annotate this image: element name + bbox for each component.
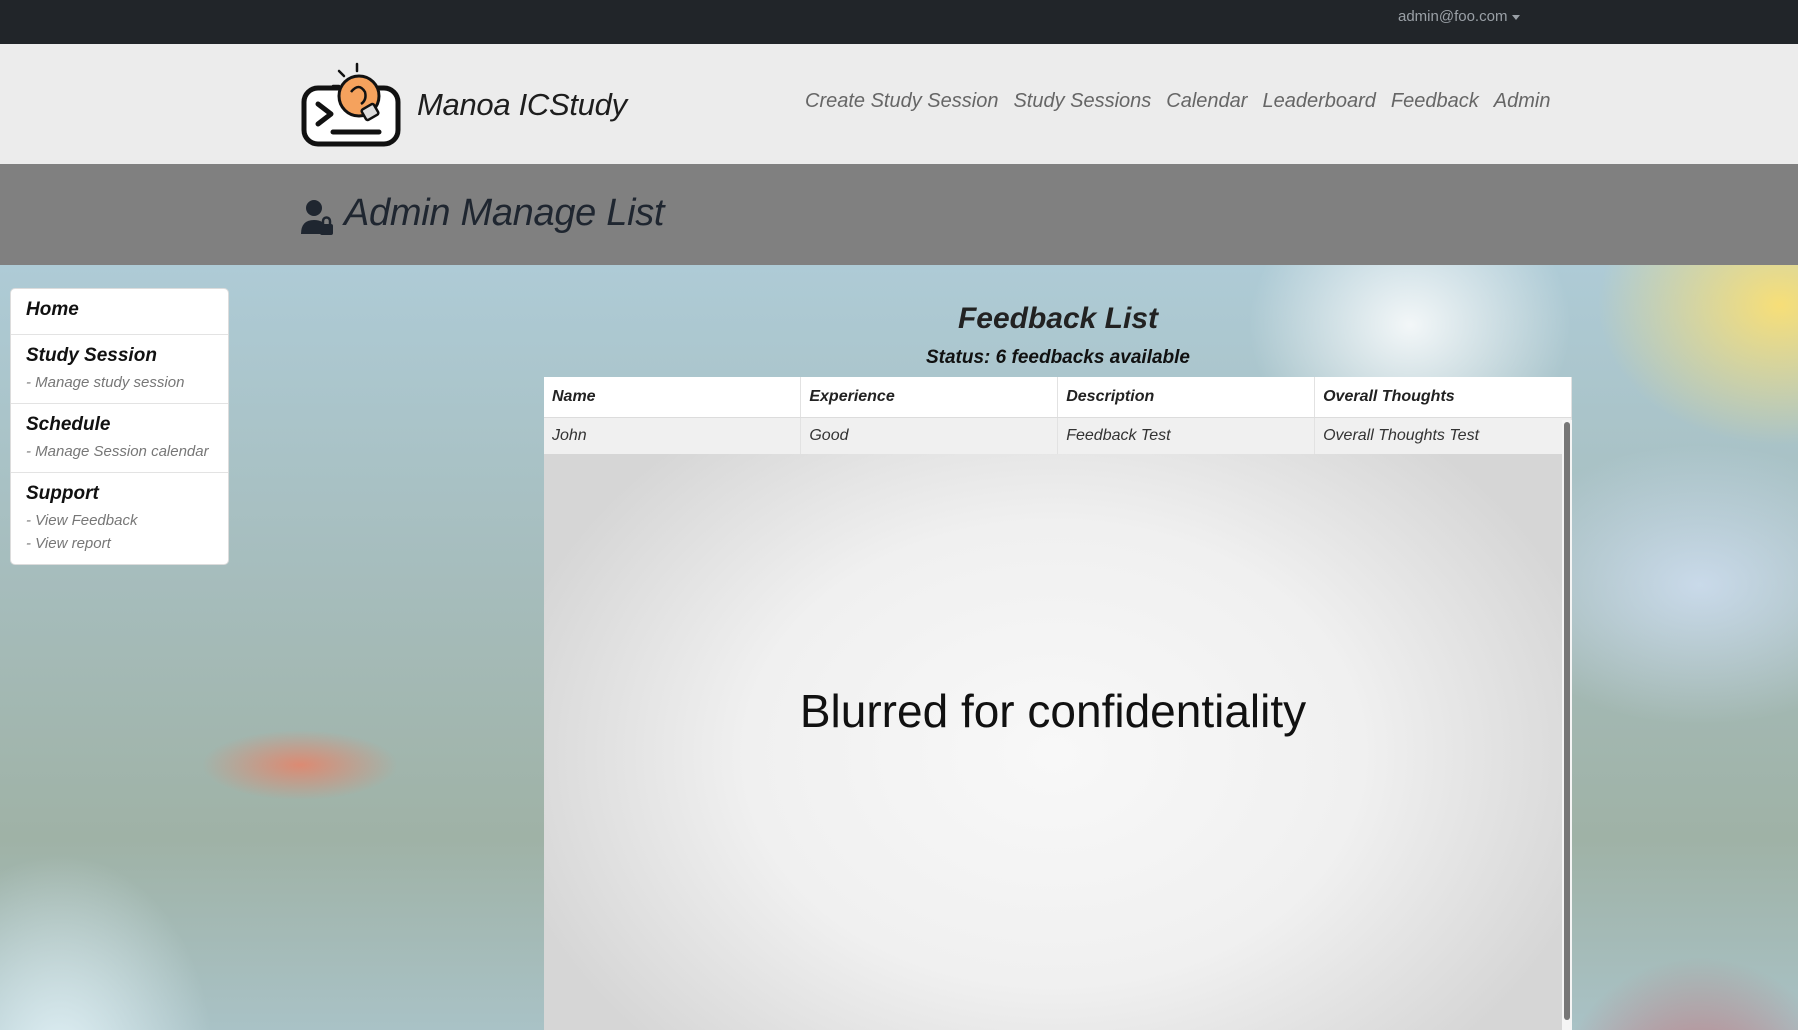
scrollbar-thumb[interactable] — [1564, 422, 1570, 1020]
column-header-description: Description — [1057, 377, 1316, 418]
sidebar-manage-study-session-link[interactable]: - Manage study session — [26, 374, 213, 391]
column-header-experience: Experience — [800, 377, 1059, 418]
nav-links: Create Study Session Study Sessions Cale… — [805, 90, 1550, 113]
nav-calendar[interactable]: Calendar — [1166, 90, 1247, 113]
feedback-table-container: Name Experience Description Overall Thou… — [544, 377, 1572, 1030]
sidebar-item-study-session[interactable]: Study Session - Manage study session — [11, 335, 228, 404]
table-row: John Good Feedback Test Overall Thoughts… — [544, 417, 1572, 454]
user-email: admin@foo.com — [1398, 8, 1508, 25]
table-header-row: Name Experience Description Overall Thou… — [544, 377, 1572, 418]
nav-leaderboard[interactable]: Leaderboard — [1262, 90, 1375, 113]
page-title-group: Admin Manage List — [300, 190, 664, 236]
sidebar-manage-calendar-link[interactable]: - Manage Session calendar — [26, 443, 213, 460]
user-dropdown[interactable]: admin@foo.com — [1398, 8, 1521, 25]
sidebar-item-schedule[interactable]: Schedule - Manage Session calendar — [11, 404, 228, 473]
caret-down-icon — [1512, 15, 1521, 20]
feedback-status: Status: 6 feedbacks available — [925, 347, 1190, 368]
nav-study-sessions[interactable]: Study Sessions — [1013, 90, 1151, 113]
nav-create-study-session[interactable]: Create Study Session — [805, 90, 998, 113]
sidebar-item-support[interactable]: Support - View Feedback - View report — [11, 473, 228, 566]
sidebar-item-home[interactable]: Home — [11, 289, 228, 335]
sidebar-home-label: Home — [26, 299, 79, 320]
lightbulb-terminal-logo-icon — [301, 62, 401, 147]
nav-admin[interactable]: Admin — [1494, 90, 1551, 113]
sidebar-study-session-label: Study Session — [26, 345, 157, 366]
user-lock-icon — [301, 200, 333, 235]
nav-feedback[interactable]: Feedback — [1391, 90, 1479, 113]
brand-link[interactable]: Manoa ICStudy — [301, 62, 627, 147]
cell-overall-thoughts: Overall Thoughts Test — [1314, 417, 1572, 454]
feedback-list-title: Feedback List — [957, 302, 1159, 335]
sidebar: Home Study Session - Manage study sessio… — [10, 288, 229, 565]
table-scrollbar[interactable] — [1562, 420, 1572, 1030]
cell-description: Feedback Test — [1057, 417, 1316, 454]
navbar: Manoa ICStudy Create Study Session Study… — [0, 44, 1798, 164]
sidebar-view-feedback-link[interactable]: - View Feedback — [26, 512, 213, 529]
column-header-name: Name — [544, 377, 802, 418]
confidential-notice: Blurred for confidentiality — [799, 685, 1307, 737]
cell-name: John — [544, 417, 802, 454]
top-bar: admin@foo.com — [0, 0, 1798, 44]
feedback-table: Name Experience Description Overall Thou… — [544, 377, 1572, 454]
page-title: Admin Manage List — [344, 191, 665, 234]
column-header-overall-thoughts: Overall Thoughts — [1314, 377, 1572, 418]
sidebar-view-report-link[interactable]: - View report — [26, 535, 213, 552]
sidebar-schedule-label: Schedule — [26, 414, 111, 435]
cell-experience: Good — [800, 417, 1059, 454]
confidential-blur-overlay: Blurred for confidentiality — [544, 454, 1562, 1030]
sidebar-support-label: Support — [26, 483, 99, 504]
brand-name: Manoa ICStudy — [417, 86, 627, 122]
page-header: Admin Manage List — [0, 164, 1798, 265]
